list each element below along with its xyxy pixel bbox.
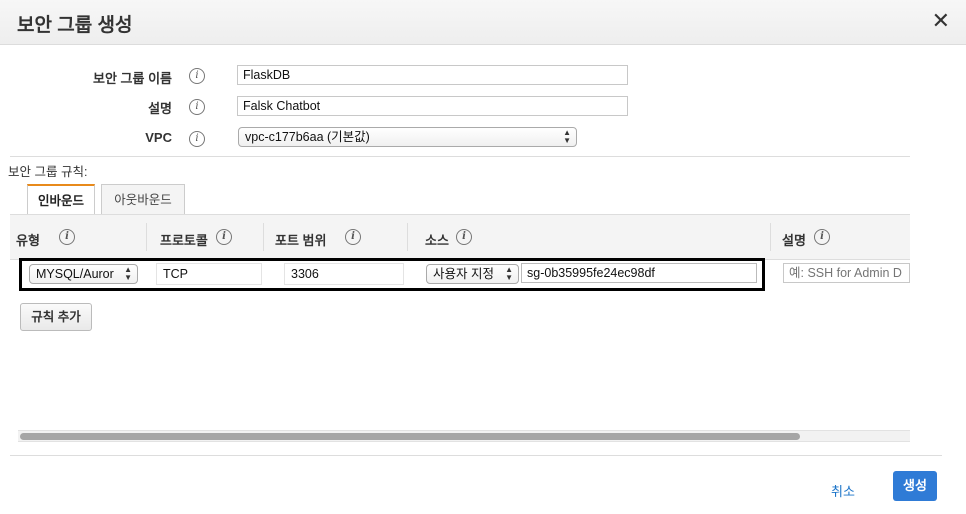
info-icon[interactable]: i: [814, 229, 830, 245]
footer-divider: [10, 455, 942, 456]
vpc-label: VPC: [145, 130, 172, 145]
group-name-input[interactable]: [237, 65, 628, 85]
column-divider: [770, 223, 771, 251]
col-type-label: 유형: [16, 233, 40, 248]
rule-description-input[interactable]: [783, 263, 910, 283]
col-description-label: 설명: [782, 233, 806, 248]
tab-outbound[interactable]: 아웃바운드: [101, 184, 185, 214]
info-icon[interactable]: i: [59, 229, 75, 245]
description-input[interactable]: [237, 96, 628, 116]
group-name-label: 보안 그룹 이름: [93, 71, 172, 86]
col-description-header: 설명 i: [782, 229, 830, 249]
col-source-label: 소스: [425, 233, 449, 248]
info-icon[interactable]: i: [345, 229, 361, 245]
column-divider: [146, 223, 147, 251]
col-type-header: 유형 i: [16, 229, 75, 249]
cancel-link[interactable]: 취소: [831, 481, 855, 500]
col-port-label: 포트 범위: [275, 233, 327, 248]
info-icon[interactable]: i: [189, 131, 205, 147]
create-button[interactable]: 생성: [893, 471, 937, 501]
info-icon[interactable]: i: [189, 99, 205, 115]
rules-section-label: 보안 그룹 규칙:: [8, 165, 88, 179]
info-icon[interactable]: i: [189, 68, 205, 84]
highlighted-rule-row: [19, 258, 765, 291]
dialog-header: 보안 그룹 생성 ✕: [0, 0, 966, 45]
select-arrows-icon: ▲ ▼: [563, 128, 571, 145]
column-divider: [407, 223, 408, 251]
description-label: 설명: [148, 101, 172, 116]
divider: [10, 156, 910, 157]
add-rule-button[interactable]: 규칙 추가: [20, 303, 92, 331]
close-icon[interactable]: ✕: [932, 10, 950, 32]
tab-inbound[interactable]: 인바운드: [27, 184, 95, 214]
vpc-select[interactable]: vpc-c177b6aa (기본값) ▲ ▼: [238, 127, 577, 147]
col-protocol-label: 프로토콜: [160, 233, 208, 248]
rules-table-header: 유형 i 프로토콜 i 포트 범위 i 소스 i 설명 i: [10, 214, 910, 260]
vpc-select-value: vpc-c177b6aa (기본값): [245, 130, 370, 144]
horizontal-scrollbar-thumb[interactable]: [20, 433, 800, 440]
col-protocol-header: 프로토콜 i: [160, 229, 232, 249]
dialog-title: 보안 그룹 생성: [17, 15, 133, 36]
col-port-header: 포트 범위 i: [275, 229, 361, 249]
col-source-header: 소스 i: [425, 229, 472, 249]
info-icon[interactable]: i: [216, 229, 232, 245]
info-icon[interactable]: i: [456, 229, 472, 245]
column-divider: [263, 223, 264, 251]
